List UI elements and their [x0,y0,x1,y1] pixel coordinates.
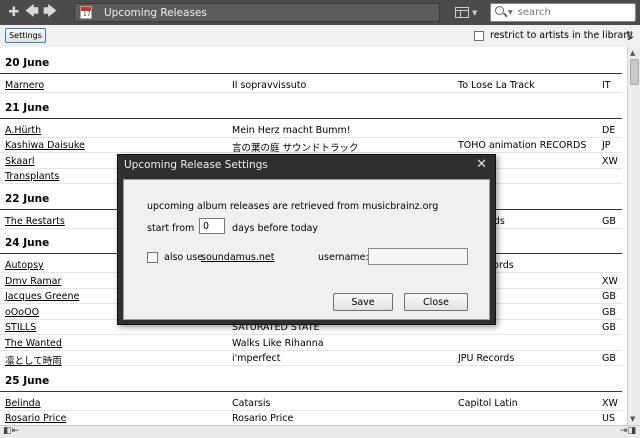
record-label: TOHO animation RECORDS [458,140,587,151]
scroll-up-icon[interactable]: ▲ [630,49,635,57]
country-code: IT [602,80,611,91]
artist-link[interactable]: Skaarl [5,156,35,167]
top-toolbar: ✚ 🡄 🡆 17 Upcoming Releases ▼ ▼ [0,0,640,25]
start-from-label: start from [147,223,195,234]
info-text: upcoming album releases are retrieved fr… [147,201,439,212]
forward-arrow-icon[interactable]: 🡆 [41,4,59,22]
date-header: 25 June [5,374,50,387]
page-title-field: 17 Upcoming Releases [74,3,440,22]
artist-link[interactable]: Jacques Greene [5,291,79,302]
artist-link[interactable]: A.Hürth [5,125,41,136]
add-icon[interactable]: ✚ [5,4,23,22]
date-header: 21 June [5,101,50,114]
release-row[interactable]: Belinda Catarsis Capitol Latin XW [0,396,622,411]
record-label: JPU Records [458,353,515,364]
settings-bar: Settings restrict to artists in the libr… [0,25,640,47]
date-divider [0,117,622,119]
back-arrow-icon[interactable]: 🡄 [23,4,41,22]
soundamus-link[interactable]: soundamus.net [201,252,275,263]
search-box[interactable]: ▼ [490,3,636,22]
release-row[interactable]: Rosario Price Rosario Price US [0,411,622,425]
close-icon[interactable]: ✕ [476,157,487,172]
status-bar: ◧⇤ ⇥◨ [0,425,640,438]
country-code: XW [602,397,618,409]
country-code: US [602,413,615,424]
vertical-scrollbar[interactable]: ▲ ▼ [627,47,640,425]
album-title: Mein Herz macht Bumm! [232,124,351,136]
artist-link[interactable]: STILLS [5,322,36,333]
artist-link[interactable]: Dmv Ramar [5,276,61,287]
search-icon[interactable] [494,5,510,21]
scroll-thumb[interactable] [630,59,639,85]
settings-dialog: Upcoming Release Settings ✕ upcoming alb… [117,154,496,325]
close-button[interactable]: Close [404,293,468,311]
album-title: Catarsis [232,397,271,409]
artist-link[interactable]: oOoOO [5,307,39,318]
username-label: username: [318,252,369,263]
country-code: GB [602,322,616,333]
artist-link[interactable]: The Wanted [5,338,62,349]
release-row[interactable]: Kashiwa Daisuke 言の葉の庭 サウンドトラック TOHO animat… [0,138,622,154]
album-title: 言の葉の庭 サウンドトラック [232,143,359,154]
country-code: XW [602,275,618,287]
country-code: GB [602,291,616,302]
country-code: GB [602,215,616,227]
date-divider [0,73,622,74]
release-row[interactable]: A.Hürth Mein Herz macht Bumm! DE [0,123,622,138]
release-row[interactable]: The Wanted Walks Like Rihanna [0,336,622,351]
sort-icon[interactable]: ⇅ [625,29,634,42]
page-title: Upcoming Releases [104,6,207,19]
country-code: JP [602,140,611,151]
date-header: 20 June [5,57,50,69]
artist-link[interactable]: The Restarts [5,216,65,227]
country-code: GB [602,306,616,318]
also-use-checkbox[interactable] [147,252,158,263]
record-label: To Lose La Track [458,80,535,91]
days-suffix-label: days before today [232,223,319,234]
layout-menu-button[interactable]: ▼ [455,5,481,20]
toggle-left-panel-icon[interactable]: ◧⇤ [3,426,19,436]
dialog-body: upcoming album releases are retrieved fr… [123,179,490,320]
artist-link[interactable]: Rosario Price [5,413,66,424]
calendar-day: 17 [83,11,91,18]
calendar-icon: 17 [80,6,92,19]
artist-link[interactable]: Autopsy [5,260,44,271]
record-label: Capitol Latin [458,397,518,409]
artist-link[interactable]: 凛として時雨 [5,353,62,367]
restrict-checkbox[interactable] [474,30,484,41]
username-field[interactable] [368,248,468,265]
settings-button[interactable]: Settings [5,28,46,43]
artist-link[interactable]: Belinda [5,398,41,409]
layout-icon [455,7,469,18]
toggle-right-panel-icon[interactable]: ⇥◨ [620,426,636,436]
album-title: i'mperfect [232,353,281,364]
date-header: 22 June [5,192,50,205]
artist-link[interactable]: Transplants [5,171,59,182]
artist-link[interactable]: Marnero [5,80,44,91]
album-title: Rosario Price [232,413,294,424]
save-button[interactable]: Save [333,293,393,311]
scroll-down-icon[interactable]: ▼ [630,415,635,423]
release-row[interactable]: 凛として時雨 i'mperfect JPU Records GB [0,351,622,367]
artist-link[interactable]: Kashiwa Daisuke [5,140,85,151]
days-input[interactable] [199,218,225,234]
release-row[interactable]: Marnero Il sopravvissuto To Lose La Track I… [0,78,622,93]
date-header: 24 June [5,237,50,249]
restrict-label: restrict to artists in the library [490,30,633,41]
album-title: Il sopravvissuto [232,80,307,91]
dialog-title: Upcoming Release Settings [124,159,268,171]
date-divider [0,390,622,392]
search-input[interactable] [517,7,618,18]
restrict-option[interactable]: restrict to artists in the library [474,30,633,41]
also-use-label: also use [164,252,204,263]
album-title: Walks Like Rihanna [232,337,324,349]
country-code: GB [602,353,616,364]
country-code: XW [602,155,618,167]
chevron-down-icon: ▼ [472,8,478,17]
country-code: DE [602,124,616,136]
